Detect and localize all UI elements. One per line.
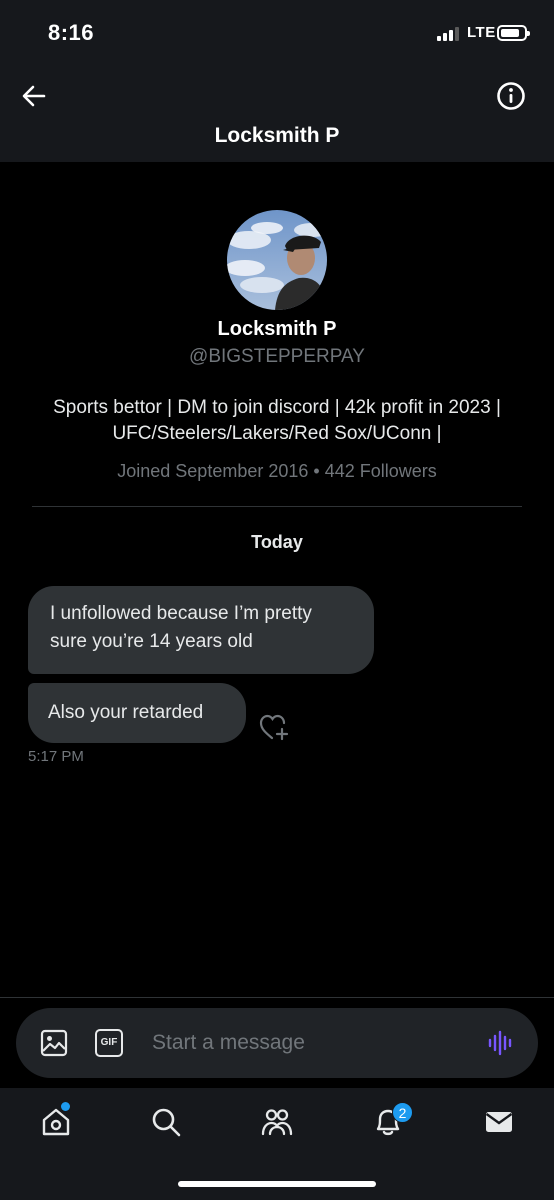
image-icon	[40, 1029, 68, 1057]
message-bubble[interactable]: Also your retarded	[28, 683, 246, 743]
profile-name: Locksmith P	[217, 318, 337, 340]
people-icon	[261, 1109, 293, 1136]
tab-notifications[interactable]: 2	[368, 1102, 413, 1142]
message-bubble[interactable]: I unfollowed because I’m pretty sure you…	[28, 586, 374, 674]
back-button[interactable]	[18, 80, 50, 112]
add-reaction-button[interactable]	[258, 712, 290, 742]
message-composer: GIF	[16, 1008, 538, 1078]
status-bar: 8:16 LTE	[0, 0, 554, 66]
header-title: Locksmith P	[214, 124, 340, 147]
add-photo-button[interactable]	[40, 1029, 68, 1057]
home-indicator	[178, 1181, 376, 1187]
divider	[32, 506, 522, 507]
battery-icon	[497, 25, 530, 41]
composer-divider	[0, 997, 554, 998]
voice-message-button[interactable]	[486, 1028, 516, 1058]
search-icon	[152, 1108, 181, 1137]
tab-search[interactable]	[146, 1102, 186, 1142]
date-separator: Today	[251, 532, 303, 552]
notification-badge: 2	[392, 1102, 413, 1123]
message-timestamp: 5:17 PM	[28, 748, 84, 765]
tab-messages[interactable]	[479, 1102, 519, 1142]
gif-button[interactable]: GIF	[95, 1029, 123, 1057]
tab-communities[interactable]	[257, 1102, 297, 1142]
audio-wave-icon	[488, 1030, 512, 1056]
envelope-icon	[485, 1112, 513, 1132]
info-button[interactable]	[495, 80, 527, 112]
profile-handle: @BIGSTEPPERPAY	[189, 346, 365, 367]
arrow-left-icon	[22, 85, 46, 107]
network-type: LTE	[467, 24, 496, 41]
home-icon	[42, 1108, 70, 1136]
tab-home[interactable]	[36, 1102, 76, 1142]
signal-icon	[437, 27, 463, 41]
status-time: 8:16	[48, 20, 95, 45]
avatar[interactable]	[227, 210, 327, 310]
message-input[interactable]	[152, 1026, 472, 1060]
heart-plus-icon	[259, 714, 289, 741]
info-circle-icon	[497, 82, 525, 110]
unread-dot	[61, 1102, 70, 1111]
profile-bio: Sports bettor | DM to join discord | 42k…	[53, 397, 501, 444]
conversation-header: Locksmith P	[0, 66, 554, 162]
profile-meta: Joined September 2016 • 442 Followers	[117, 461, 437, 481]
